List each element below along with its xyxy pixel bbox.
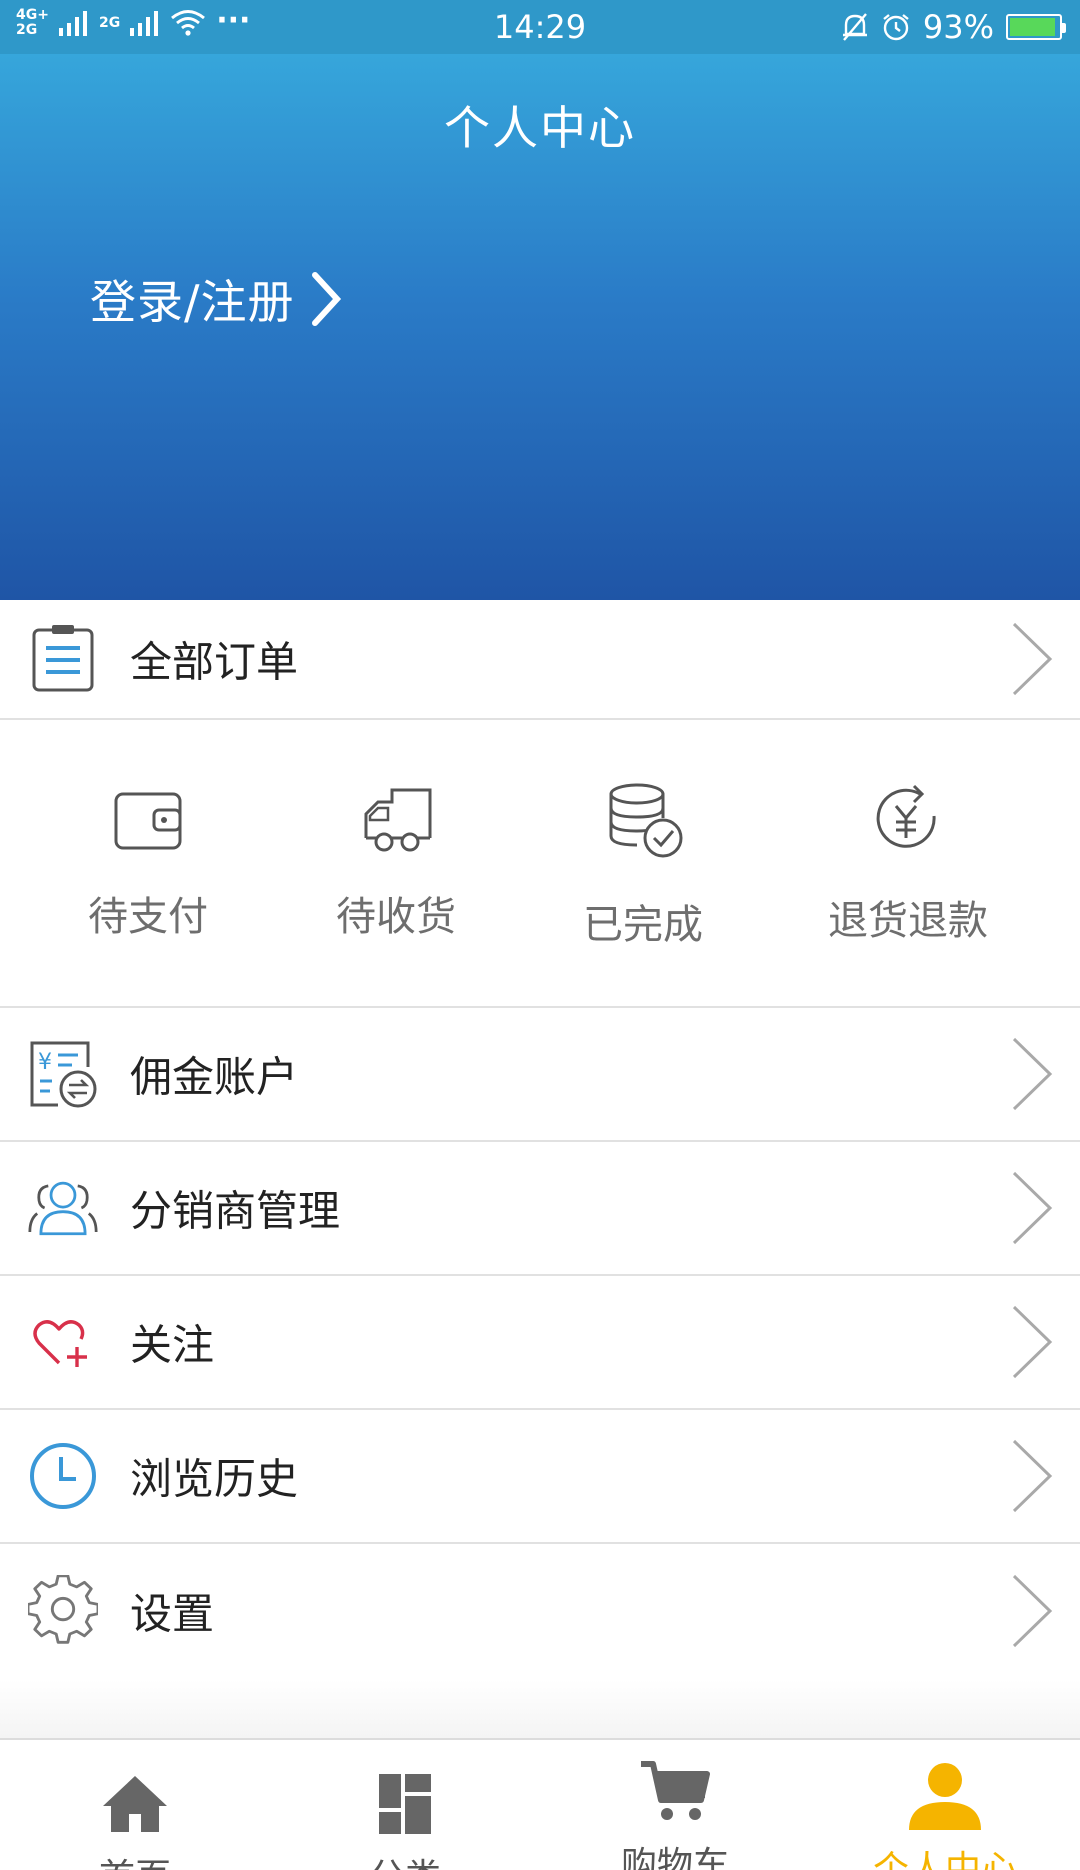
menu-label: 佣金账户 — [130, 1052, 299, 1102]
heart-plus-icon — [28, 1307, 98, 1377]
page-title: 个人中心 — [444, 101, 636, 155]
chevron-right-icon — [1012, 1037, 1053, 1111]
status-pending-receipt[interactable]: 待收货 — [286, 720, 506, 1008]
clipboard-icon — [28, 624, 98, 694]
user-icon — [909, 1763, 981, 1830]
all-orders-label: 全部订单 — [130, 637, 299, 687]
order-status-grid: 待支付 待收货 已完成 退货退款 — [0, 720, 1080, 1008]
tab-cart[interactable]: 购物车 — [540, 1740, 810, 1870]
profile-header: 个人中心 登录/注册 — [0, 54, 1080, 600]
database-check-icon — [609, 783, 683, 858]
status-refund[interactable]: 退货退款 — [798, 720, 1018, 1008]
commission-account-icon: ¥ — [28, 1039, 98, 1109]
gear-icon — [28, 1575, 98, 1646]
battery-percent: 93% — [922, 8, 994, 46]
chevron-right-icon — [1012, 1305, 1053, 1379]
cart-icon — [641, 1761, 710, 1820]
status-completed[interactable]: 已完成 — [533, 720, 753, 1008]
category-icon — [379, 1774, 431, 1834]
menu-row-history[interactable]: 浏览历史 — [0, 1410, 1080, 1544]
tab-label: 个人中心 — [872, 1849, 1017, 1870]
home-icon — [103, 1776, 167, 1832]
chevron-right-icon — [1012, 1439, 1053, 1513]
tab-label: 分类 — [270, 1848, 540, 1870]
status-label: 退货退款 — [828, 898, 988, 944]
battery-fill — [1010, 18, 1055, 36]
menu-label: 关注 — [130, 1320, 215, 1370]
mute-bell-icon — [842, 13, 867, 41]
status-label: 待支付 — [88, 894, 208, 940]
bottom-tab-bar: 首页 分类 购物车 个人中心 — [0, 1738, 1080, 1870]
all-orders-row[interactable]: 全部订单 — [0, 600, 1080, 720]
menu-row-distributor[interactable]: 分销商管理 — [0, 1142, 1080, 1276]
menu-label: 设置 — [130, 1589, 215, 1639]
alarm-icon — [883, 14, 909, 41]
status-pending-payment[interactable]: 待支付 — [38, 720, 258, 1008]
battery-icon — [1006, 14, 1066, 40]
truck-icon — [364, 788, 432, 852]
tab-label: 首页 — [0, 1848, 270, 1870]
clock-icon — [28, 1441, 98, 1511]
chevron-right-icon — [1012, 1574, 1053, 1648]
menu-row-commission[interactable]: ¥ 佣金账户 — [0, 1008, 1080, 1142]
refund-icon — [876, 784, 936, 848]
chevron-right-icon — [311, 272, 341, 326]
chevron-right-icon — [1012, 622, 1053, 696]
tab-profile[interactable]: 个人中心 — [810, 1740, 1080, 1870]
status-right: 93% — [841, 8, 1066, 46]
users-icon — [28, 1173, 98, 1243]
login-register-label: 登录/注册 — [90, 275, 295, 329]
svg-text:¥: ¥ — [38, 1050, 52, 1075]
tab-home[interactable]: 首页 — [0, 1740, 270, 1870]
status-label: 待收货 — [336, 894, 456, 940]
menu-label: 浏览历史 — [130, 1454, 299, 1504]
wallet-icon — [114, 792, 182, 850]
tab-category[interactable]: 分类 — [270, 1740, 540, 1870]
bottom-spacer — [0, 1680, 1080, 1738]
login-register-link[interactable]: 登录/注册 — [90, 266, 343, 332]
status-label: 已完成 — [583, 902, 703, 948]
menu-row-follow[interactable]: 关注 — [0, 1276, 1080, 1410]
app-screen: 4G+ 2G 2G ··· 14:29 93% 个人中心 登录/注册 全部订单 … — [0, 0, 1080, 1870]
menu-label: 分销商管理 — [130, 1186, 341, 1236]
tab-label: 购物车 — [620, 1845, 729, 1870]
status-bar: 4G+ 2G 2G ··· 14:29 93% — [0, 0, 1080, 54]
chevron-right-icon — [1012, 1171, 1053, 1245]
menu-row-settings[interactable]: 设置 — [0, 1544, 1080, 1678]
